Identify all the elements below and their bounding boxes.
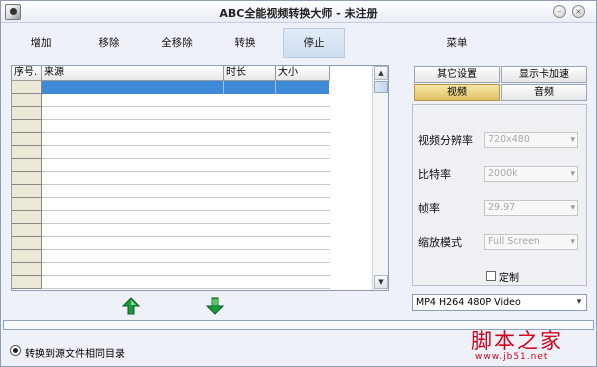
row-header[interactable] — [12, 107, 42, 120]
add-button[interactable]: 增加 — [13, 28, 69, 58]
row-divider — [42, 210, 330, 211]
bitrate-select[interactable]: 2000k — [484, 166, 578, 182]
column-duration[interactable]: 时长 — [224, 66, 276, 81]
row-header[interactable] — [12, 198, 42, 211]
stop-button[interactable]: 停止 — [283, 28, 345, 58]
row-divider — [42, 171, 330, 172]
custom-label: 定制 — [499, 273, 519, 284]
row-divider — [42, 158, 330, 159]
row-divider — [42, 275, 330, 276]
resolution-label: 视频分辨率 — [418, 134, 473, 147]
row-header[interactable] — [12, 172, 42, 185]
site-watermark: 脚本之家 www.jb51.net — [471, 325, 596, 365]
column-source[interactable]: 来源 — [42, 66, 224, 81]
tab-other-settings[interactable]: 其它设置 — [414, 66, 500, 83]
row-divider — [42, 106, 330, 107]
row-header[interactable] — [12, 276, 42, 289]
row-header[interactable] — [12, 159, 42, 172]
bitrate-label: 比特率 — [418, 168, 451, 181]
resolution-select[interactable]: 720x480 — [484, 132, 578, 148]
tab-audio[interactable]: 音频 — [501, 84, 587, 101]
row-header[interactable] — [12, 250, 42, 263]
framerate-label: 帧率 — [418, 202, 440, 215]
table-scrollbar[interactable]: ▲ ▼ — [372, 66, 388, 290]
output-preset-select[interactable]: MP4 H264 480P Video ▾ — [412, 294, 587, 311]
move-down-icon[interactable] — [206, 297, 224, 315]
zoom-mode-select[interactable]: Full Screen — [484, 234, 578, 250]
row-header[interactable] — [12, 224, 42, 237]
row-divider — [42, 119, 330, 120]
same-dir-radio[interactable] — [10, 345, 21, 356]
row-divider — [42, 249, 330, 250]
custom-checkbox[interactable] — [486, 271, 496, 281]
move-up-icon[interactable] — [122, 297, 140, 315]
row-divider — [42, 145, 330, 146]
minimize-button[interactable]: – — [553, 5, 566, 18]
close-button[interactable]: × — [572, 5, 585, 18]
row-header[interactable] — [12, 263, 42, 276]
same-dir-label: 转换到源文件相同目录 — [25, 349, 125, 360]
remove-all-button[interactable]: 全移除 — [149, 28, 205, 58]
watermark-main-text: 脚本之家 — [471, 329, 563, 353]
row-header[interactable] — [12, 133, 42, 146]
tab-video[interactable]: 视频 — [414, 84, 500, 101]
toolbar: 增加 移除 全移除 转换 停止 菜单 — [1, 24, 596, 62]
row-header[interactable] — [12, 120, 42, 133]
row-divider — [42, 262, 330, 263]
column-index[interactable]: 序号. — [12, 66, 42, 81]
remove-button[interactable]: 移除 — [81, 28, 137, 58]
scroll-thumb[interactable] — [374, 81, 388, 93]
menu-button[interactable]: 菜单 — [429, 28, 485, 58]
row-header[interactable] — [12, 81, 42, 94]
row-header[interactable] — [12, 237, 42, 250]
row-header[interactable] — [12, 94, 42, 107]
row-header[interactable] — [12, 211, 42, 224]
row-header[interactable] — [12, 185, 42, 198]
table-header: 序号. 来源 时长 大小 — [12, 66, 330, 81]
title-bar: ABC全能视频转换大师 - 未注册 – × — [1, 1, 596, 23]
row-header[interactable] — [12, 146, 42, 159]
table-row-selected[interactable] — [42, 81, 329, 94]
row-divider — [42, 236, 330, 237]
framerate-select[interactable]: 29.97 — [484, 200, 578, 216]
row-divider — [42, 132, 330, 133]
convert-button[interactable]: 转换 — [217, 28, 273, 58]
video-settings-panel: 视频分辨率 720x480 比特率 2000k 帧率 29.97 缩放模式 Fu… — [412, 104, 587, 286]
row-divider — [42, 288, 330, 289]
scroll-down-arrow[interactable]: ▼ — [374, 275, 388, 289]
scroll-up-arrow[interactable]: ▲ — [374, 66, 388, 80]
row-divider — [42, 197, 330, 198]
preset-value: MP4 H264 480P Video — [416, 297, 521, 308]
row-divider — [42, 223, 330, 224]
app-window: ABC全能视频转换大师 - 未注册 – × 增加 移除 全移除 转换 停止 菜单… — [0, 0, 597, 367]
file-list-table[interactable]: 序号. 来源 时长 大小 ▲ ▼ — [11, 65, 389, 291]
tab-gpu-acceleration[interactable]: 显示卡加速 — [501, 66, 587, 83]
watermark-url-text: www.jb51.net — [475, 352, 549, 362]
chevron-down-icon[interactable]: ▾ — [573, 296, 585, 309]
window-title: ABC全能视频转换大师 - 未注册 — [219, 7, 378, 20]
row-divider — [42, 184, 330, 185]
column-size[interactable]: 大小 — [276, 66, 330, 81]
zoom-mode-label: 缩放模式 — [418, 236, 462, 249]
